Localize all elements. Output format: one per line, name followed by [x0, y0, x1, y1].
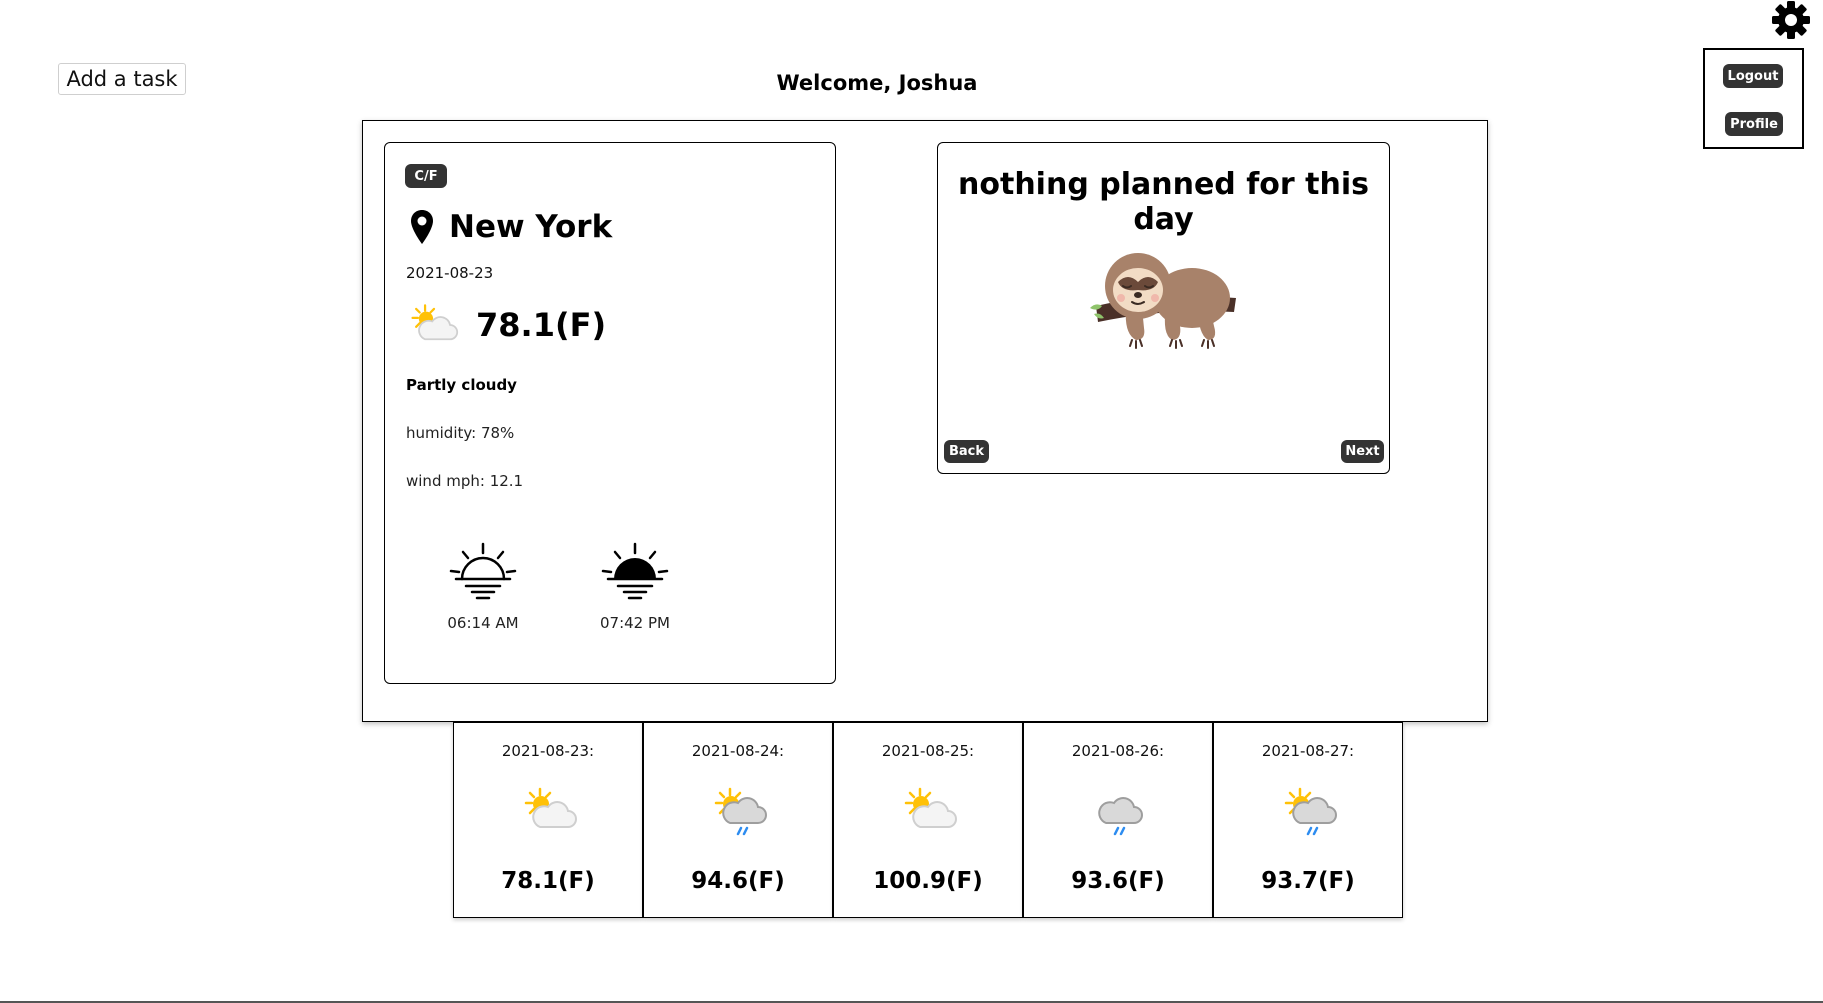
dashboard-panel: C/F New York 2021-08-23 78.1(F) Partly c… — [362, 120, 1488, 722]
forecast-day-card: 2021-08-23: 78.1(F) — [453, 722, 643, 918]
sleeping-sloth-illustration — [1090, 253, 1236, 349]
forecast-day-card: 2021-08-27: 93.7(F) — [1213, 722, 1403, 918]
forecast-date: 2021-08-23: — [501, 742, 595, 760]
humidity-text: humidity: 78% — [406, 424, 515, 442]
welcome-heading: Welcome, Joshua — [776, 71, 978, 95]
forecast-temperature: 100.9(F) — [873, 868, 983, 894]
weather-condition: Partly cloudy — [406, 376, 517, 394]
unit-toggle-button[interactable]: C/F — [405, 164, 447, 188]
forecast-temperature: 93.6(F) — [1071, 868, 1165, 894]
sunrise-icon — [449, 542, 517, 600]
current-temperature: 78.1(F) — [476, 306, 607, 344]
partly-cloudy-icon — [524, 787, 577, 828]
forecast-temperature: 94.6(F) — [691, 868, 785, 894]
gear-icon[interactable] — [1771, 0, 1811, 40]
logout-button[interactable]: Logout — [1723, 64, 1783, 88]
cloud-rain-icon — [1098, 797, 1143, 836]
current-temp-row: 78.1(F) — [406, 300, 606, 350]
day-planner-card: nothing planned for this day Back Next — [937, 142, 1390, 474]
weather-card: C/F New York 2021-08-23 78.1(F) Partly c… — [384, 142, 836, 684]
planner-message: nothing planned for this day — [958, 167, 1369, 237]
profile-button[interactable]: Profile — [1725, 112, 1783, 136]
forecast-date: 2021-08-24: — [691, 742, 785, 760]
add-task-button[interactable]: Add a task — [58, 63, 186, 95]
location-row: New York — [409, 209, 612, 245]
partly-cloudy-icon — [904, 787, 957, 828]
forecast-temperature: 93.7(F) — [1261, 868, 1355, 894]
forecast-row: 2021-08-23: 78.1(F) 2021-08-24: 94.6(F) … — [453, 722, 1403, 918]
back-button[interactable]: Back — [944, 440, 989, 463]
forecast-date: 2021-08-27: — [1261, 742, 1355, 760]
partly-cloudy-icon — [411, 304, 459, 341]
forecast-temperature: 78.1(F) — [501, 868, 595, 894]
sun-cloud-rain-icon — [1284, 787, 1337, 836]
sunset-icon — [601, 542, 669, 600]
sunset-block: 07:42 PM — [585, 541, 685, 632]
account-menu: Logout Profile — [1703, 48, 1804, 149]
sunrise-block: 06:14 AM — [433, 541, 533, 632]
map-pin-icon — [411, 210, 433, 244]
sunset-time: 07:42 PM — [600, 614, 670, 632]
forecast-day-card: 2021-08-26: 93.6(F) — [1023, 722, 1213, 918]
forecast-day-card: 2021-08-25: 100.9(F) — [833, 722, 1023, 918]
forecast-day-card: 2021-08-24: 94.6(F) — [643, 722, 833, 918]
sun-cloud-rain-icon — [714, 787, 767, 836]
city-name: New York — [449, 209, 613, 245]
weather-date: 2021-08-23 — [406, 264, 494, 282]
forecast-date: 2021-08-26: — [1071, 742, 1165, 760]
wind-text: wind mph: 12.1 — [406, 472, 524, 490]
next-button[interactable]: Next — [1341, 440, 1384, 463]
forecast-date: 2021-08-25: — [881, 742, 975, 760]
sunrise-time: 06:14 AM — [447, 614, 519, 632]
